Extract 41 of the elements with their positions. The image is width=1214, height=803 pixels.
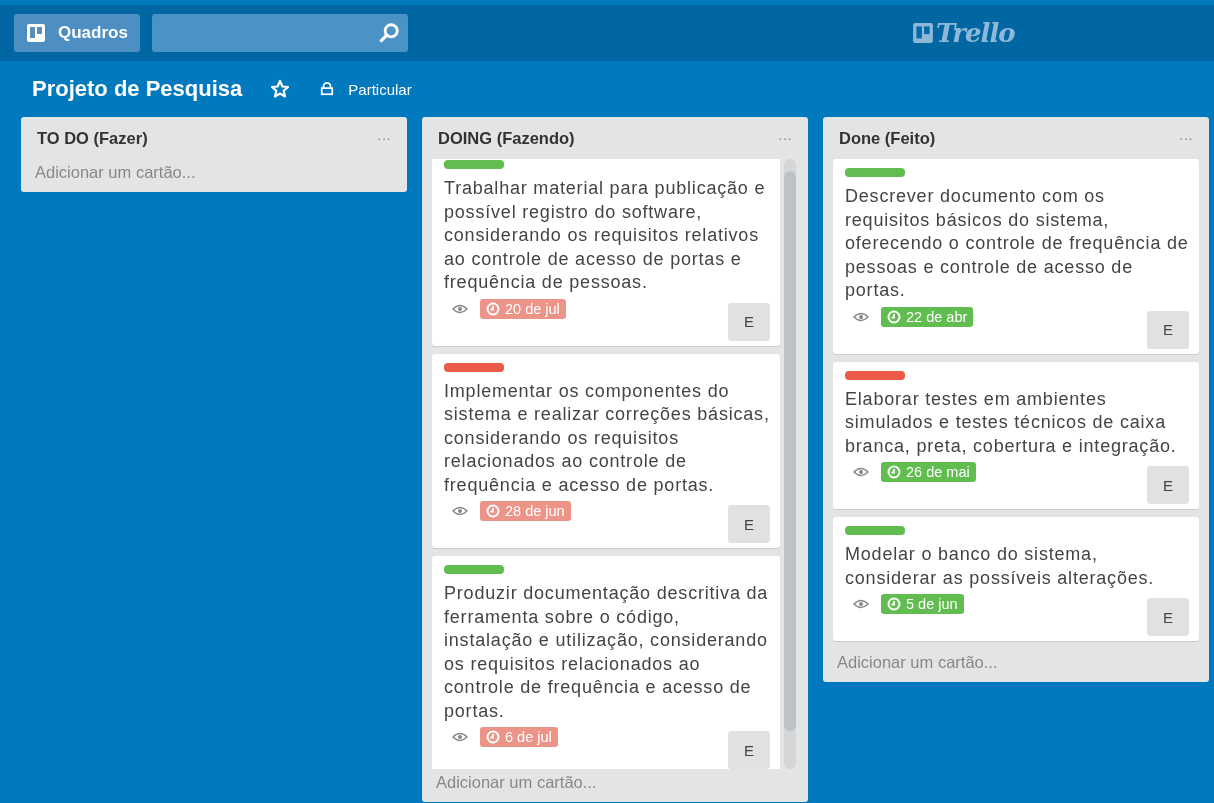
add-card-link[interactable]: Adicionar um cartão...: [432, 769, 798, 794]
due-date-badge[interactable]: 22 de abr: [881, 306, 974, 327]
list-title[interactable]: Done (Feito): [839, 128, 936, 148]
boards-button[interactable]: Quadros: [14, 14, 140, 52]
card-text: Implementar os componentes do sistema e realizar correções básicas, considerando os requisitos relacionados ao controle de frequência e acesso de portas.: [444, 379, 770, 497]
list-menu-button[interactable]: ···: [377, 130, 391, 146]
boards-icon: [26, 23, 46, 43]
card[interactable]: Implementar os componentes do sistema e realizar correções básicas, considerando os requisitos relacionados ao controle de frequência e acesso de portas. 28 de jun E: [432, 353, 780, 548]
member-avatar[interactable]: E: [728, 505, 770, 543]
member-avatar[interactable]: E: [728, 302, 770, 341]
list-title[interactable]: DOING (Fazendo): [438, 128, 575, 148]
list-menu-button[interactable]: ···: [1179, 130, 1193, 146]
card[interactable]: Modelar o banco do sistema, considerar as possíveis alterações. 5 de jun E: [833, 517, 1199, 641]
member-avatar[interactable]: E: [1147, 598, 1189, 636]
add-card-link[interactable]: Adicionar um cartão...: [31, 159, 397, 184]
due-date-badge[interactable]: 5 de jun: [881, 594, 964, 614]
member-avatar[interactable]: E: [1147, 310, 1189, 349]
card-text: Elaborar testes em ambientes simulados e testes técnicos de caixa branca, preta, cobertura e integração.: [845, 387, 1178, 458]
card-text: Descrever documento com os requisitos básicos do sistema, oferecendo o controle de frequência de pessoas e controle de acesso de portas.: [845, 185, 1189, 302]
card-text: Modelar o banco do sistema, considerar as possíveis alterações.: [845, 543, 1156, 590]
card[interactable]: Trabalhar material para publicação e possível registro do software, considerando os requisitos relativos ao controle de acesso de portas e frequência de pessoas. 20 de jul E: [432, 159, 780, 346]
card-text: Produzir documentação descritiva da ferramenta sobre o código, instalação e utilização, considerando os requisitos relacionados ao controle de frequência e acesso de portas.: [444, 582, 770, 723]
search-field[interactable]: [151, 14, 408, 52]
list-menu-button[interactable]: ···: [778, 130, 792, 146]
star-icon[interactable]: [270, 79, 291, 99]
search-icon: [377, 22, 400, 44]
board-title[interactable]: Projeto de Pesquisa: [32, 76, 243, 102]
scrollbar[interactable]: [784, 159, 796, 769]
visibility-button[interactable]: Particular: [320, 80, 412, 98]
member-avatar[interactable]: E: [728, 731, 770, 769]
logo-icon: [911, 22, 934, 44]
due-date-badge[interactable]: 26 de mai: [881, 462, 976, 482]
lock-icon: [320, 82, 335, 96]
member-avatar[interactable]: E: [1147, 466, 1189, 504]
list-title[interactable]: TO DO (Fazer): [37, 128, 148, 148]
add-card-link[interactable]: Adicionar um cartão...: [833, 649, 1199, 674]
card[interactable]: Produzir documentação descritiva da ferramenta sobre o código, instalação e utilização, considerando os requisitos relacionados ao controle de frequência e acesso de portas. 6 de jul E: [432, 556, 780, 769]
logo-text[interactable]: Trello: [935, 18, 1015, 48]
card-text: Trabalhar material para publicação e possível registro do software, considerando os requisitos relativos ao controle de acesso de portas e frequência de pessoas.: [444, 177, 767, 294]
card[interactable]: Elaborar testes em ambientes simulados e testes técnicos de caixa branca, preta, cobertura e integração. 26 de mai E: [833, 361, 1199, 509]
card[interactable]: Descrever documento com os requisitos básicos do sistema, oferecendo o controle de frequência de pessoas e controle de acesso de portas. 22 de abr E: [833, 159, 1199, 354]
